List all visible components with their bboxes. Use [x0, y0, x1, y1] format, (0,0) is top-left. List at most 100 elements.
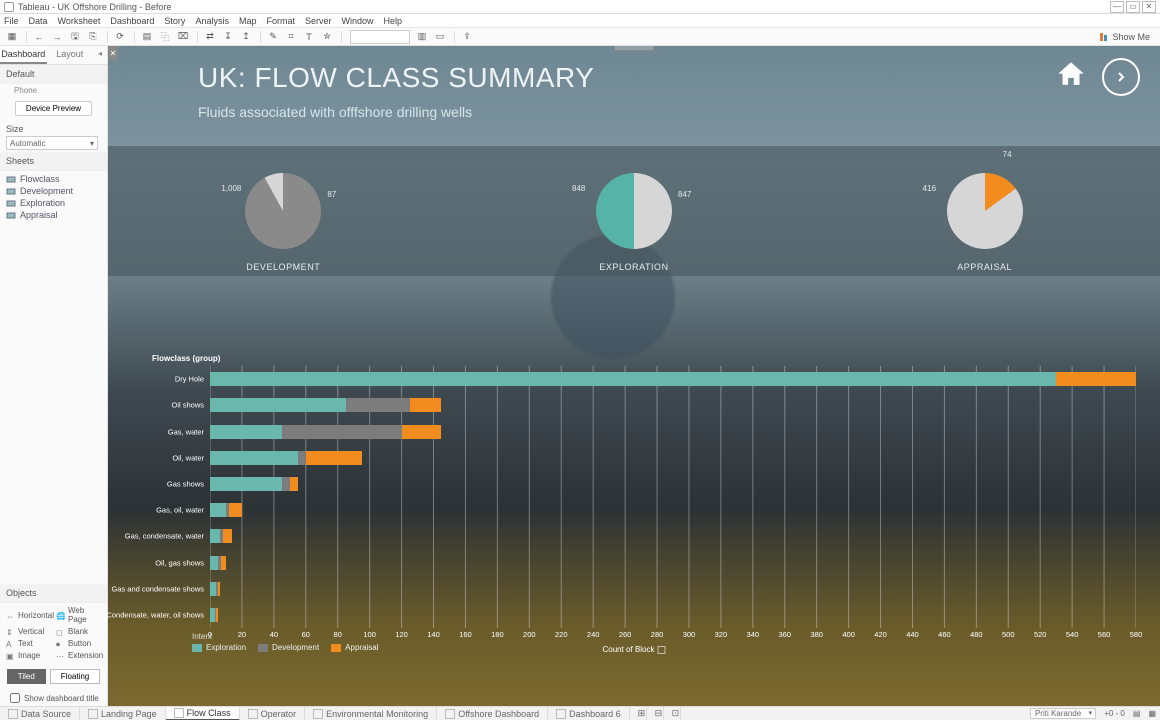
bar-segment-app[interactable]	[410, 398, 442, 412]
bar-segment-app[interactable]	[221, 556, 226, 570]
bar-segment-app[interactable]	[1056, 372, 1136, 386]
menu-server[interactable]: Server	[305, 16, 332, 26]
bar-segment-dev[interactable]	[282, 425, 402, 439]
sheet-item-development[interactable]: Development	[0, 185, 107, 197]
size-dropdown[interactable]: Automatic▾	[6, 136, 98, 150]
bar-segment-exp[interactable]	[210, 372, 1056, 386]
sheet-tab-dashboard-6[interactable]: Dashboard 6	[548, 707, 630, 720]
bar-segment-app[interactable]	[402, 425, 442, 439]
sheet-tab-operator[interactable]: Operator	[240, 707, 306, 720]
bar-segment-exp[interactable]	[210, 477, 282, 491]
new-tab-button-0[interactable]: ⊞	[630, 707, 647, 720]
share-button[interactable]: ⇪	[459, 30, 475, 44]
menu-analysis[interactable]: Analysis	[195, 16, 229, 26]
fit-dropdown[interactable]	[350, 30, 410, 44]
menu-map[interactable]: Map	[239, 16, 257, 26]
sheet-item-exploration[interactable]: Exploration	[0, 197, 107, 209]
next-icon[interactable]	[1102, 58, 1140, 96]
minimize-button[interactable]: —	[1110, 1, 1124, 13]
show-me-button[interactable]: Show Me	[1099, 32, 1150, 42]
new-tab-button-2[interactable]: ⊡	[664, 707, 681, 720]
swap-button[interactable]: ⇄	[202, 30, 218, 44]
sort-desc-button[interactable]: ↥	[238, 30, 254, 44]
drag-handle[interactable]	[614, 46, 654, 51]
bar-segment-app[interactable]	[223, 529, 233, 543]
show-title-checkbox[interactable]: Show dashboard title	[0, 690, 107, 706]
menu-worksheet[interactable]: Worksheet	[58, 16, 101, 26]
object-image[interactable]: ▣Image	[6, 650, 54, 661]
tableau-logo-icon[interactable]: ▦	[4, 30, 20, 44]
tab-layout[interactable]: Layout	[47, 46, 94, 64]
highlight-button[interactable]: ✎	[265, 30, 281, 44]
dashboard-canvas[interactable]: ✕ UK: FLOW CLASS SUMMARY Fluids associat…	[108, 46, 1160, 706]
bar-segment-exp[interactable]	[210, 398, 346, 412]
object-web-page[interactable]: 🌐Web Page	[56, 605, 103, 625]
bar-segment-exp[interactable]	[210, 529, 220, 543]
sheet-tab-landing-page[interactable]: Landing Page	[80, 707, 166, 720]
object-button[interactable]: ⏺Button	[56, 638, 103, 649]
bar-segment-dev[interactable]	[298, 451, 306, 465]
show-title-input[interactable]	[10, 693, 20, 703]
menu-window[interactable]: Window	[342, 16, 374, 26]
bar-segment-app[interactable]	[218, 582, 220, 596]
menu-file[interactable]: File	[4, 16, 19, 26]
save-button[interactable]: 🖫	[67, 30, 83, 44]
bar-segment-app[interactable]	[290, 477, 298, 491]
sheet-item-flowclass[interactable]: Flowclass	[0, 173, 107, 185]
sheet-item-appraisal[interactable]: Appraisal	[0, 209, 107, 221]
forward-button[interactable]: →	[49, 30, 65, 44]
bar-segment-app[interactable]	[229, 503, 242, 517]
object-blank[interactable]: ◻Blank	[56, 626, 103, 637]
view-cards-button[interactable]: ▥	[414, 30, 430, 44]
bar-segment-exp[interactable]	[210, 425, 282, 439]
tab-dashboard[interactable]: Dashboard	[0, 46, 47, 64]
menu-dashboard[interactable]: Dashboard	[110, 16, 154, 26]
close-button[interactable]: ✕	[1142, 1, 1156, 13]
bar-plot[interactable]	[210, 366, 1136, 628]
floating-button[interactable]: Floating	[50, 669, 100, 684]
menu-format[interactable]: Format	[266, 16, 295, 26]
duplicate-button[interactable]: ⿻	[157, 30, 173, 44]
bar-segment-exp[interactable]	[210, 451, 298, 465]
presentation-button[interactable]: ▭	[432, 30, 448, 44]
legend-item-development[interactable]: Development	[258, 643, 319, 652]
bar-segment-exp[interactable]	[210, 556, 218, 570]
user-dropdown[interactable]: Priti Karande	[1030, 708, 1096, 719]
legend-item-appraisal[interactable]: Appraisal	[331, 643, 378, 652]
new-data-button[interactable]: ⎘	[85, 30, 101, 44]
object-extension[interactable]: ⋯Extension	[56, 650, 103, 661]
pie-appraisal[interactable]: 41674APPRAISAL	[809, 146, 1160, 276]
device-preview-button[interactable]: Device Preview	[15, 101, 92, 116]
status-icon-2[interactable]: ▦	[1148, 709, 1156, 718]
bar-segment-dev[interactable]	[346, 398, 410, 412]
tiled-button[interactable]: Tiled	[7, 669, 46, 684]
sort-asc-button[interactable]: ↧	[220, 30, 236, 44]
maximize-button[interactable]: ▭	[1126, 1, 1140, 13]
bar-segment-exp[interactable]	[210, 503, 226, 517]
status-icon-1[interactable]: ▤	[1133, 709, 1141, 718]
object-vertical[interactable]: ⇕Vertical	[6, 626, 54, 637]
sheet-tab-environmental-monitoring[interactable]: Environmental Monitoring	[305, 707, 437, 720]
group-button[interactable]: ⌗	[283, 30, 299, 44]
pie-development[interactable]: 1,00887DEVELOPMENT	[108, 146, 459, 276]
pie-exploration[interactable]: 848847EXPLORATION	[459, 146, 810, 276]
new-tab-button-1[interactable]: ⊟	[647, 707, 664, 720]
collapse-panel-button[interactable]: ✕	[108, 46, 118, 60]
labels-button[interactable]: T	[301, 30, 317, 44]
panel-tab-arrow-icon[interactable]: ◂	[93, 46, 107, 64]
pin-button[interactable]: ✮	[319, 30, 335, 44]
bar-segment-app[interactable]	[306, 451, 362, 465]
menu-data[interactable]: Data	[29, 16, 48, 26]
clear-button[interactable]: ⌧	[175, 30, 191, 44]
menu-story[interactable]: Story	[164, 16, 185, 26]
bar-segment-dev[interactable]	[282, 477, 290, 491]
object-text[interactable]: AText	[6, 638, 54, 649]
menu-help[interactable]: Help	[384, 16, 403, 26]
back-button[interactable]: ←	[31, 30, 47, 44]
object-horizontal[interactable]: ⇔Horizontal	[6, 605, 54, 625]
new-sheet-button[interactable]: ▤	[139, 30, 155, 44]
legend-item-exploration[interactable]: Exploration	[192, 643, 246, 652]
home-icon[interactable]	[1054, 58, 1088, 96]
sheet-tab-data-source[interactable]: Data Source	[0, 707, 80, 720]
sheet-tab-flow-class[interactable]: Flow Class	[166, 707, 240, 720]
